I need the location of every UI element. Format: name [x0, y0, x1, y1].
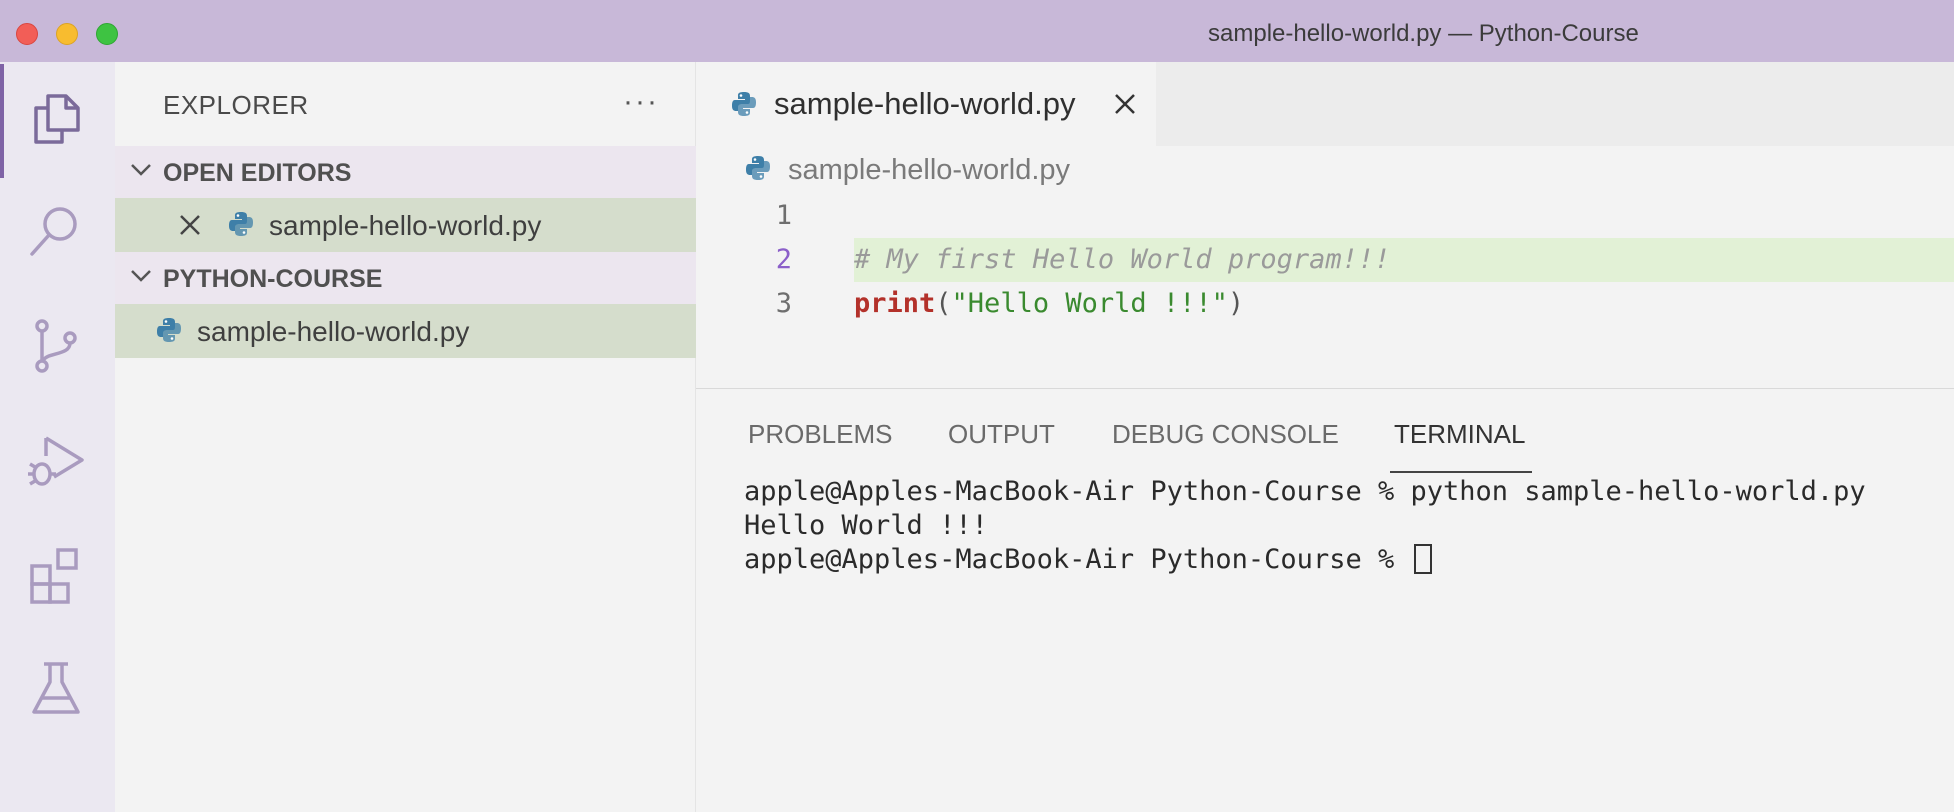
close-tab-icon[interactable]	[1112, 91, 1138, 117]
line-number: 3	[775, 288, 792, 319]
terminal-line: apple@Apples-MacBook-Air Python-Course %…	[744, 476, 1866, 507]
tab-label: sample-hello-world.py	[774, 86, 1076, 121]
activity-bar	[0, 62, 115, 812]
code-comment: # My first Hello World program!!!	[854, 244, 1391, 275]
code-statement: print("Hello World !!!")	[854, 288, 1244, 319]
code-paren-open: (	[935, 288, 952, 319]
open-editors-header[interactable]: OPEN EDITORS	[115, 146, 696, 198]
terminal-output[interactable]: apple@Apples-MacBook-Air Python-Course %…	[744, 475, 1866, 577]
code-line[interactable]: 1	[696, 194, 1954, 238]
python-course-header[interactable]: PYTHON-COURSE	[115, 252, 696, 304]
close-window-button[interactable]	[16, 23, 38, 45]
source-control-icon[interactable]	[26, 316, 86, 376]
breadcrumb-filename: sample-hello-world.py	[788, 154, 1071, 186]
terminal-prompt: apple@Apples-MacBook-Air Python-Course %	[744, 544, 1411, 575]
code-keyword: print	[854, 288, 936, 319]
editor-area: sample-hello-world.py sample-hello-world…	[696, 62, 1954, 390]
explorer-title: EXPLORER	[163, 90, 309, 120]
active-tab-underline	[1390, 471, 1532, 473]
more-actions-button[interactable]: ···	[623, 87, 659, 117]
close-icon[interactable]	[177, 212, 203, 238]
extensions-icon[interactable]	[26, 544, 86, 604]
open-editors-label: OPEN EDITORS	[163, 159, 352, 187]
project-filename: sample-hello-world.py	[197, 316, 470, 347]
python-file-icon	[229, 212, 253, 236]
terminal-cursor	[1414, 544, 1433, 574]
code-line[interactable]: 3 print("Hello World !!!")	[696, 282, 1954, 326]
search-icon[interactable]	[26, 202, 86, 262]
python-file-icon	[746, 156, 770, 180]
editor-tab-active[interactable]: sample-hello-world.py	[696, 62, 1156, 146]
chevron-down-icon	[131, 164, 151, 176]
project-file-item[interactable]: sample-hello-world.py	[115, 304, 696, 358]
tab-output[interactable]: OUTPUT	[948, 419, 1055, 450]
python-file-icon	[157, 318, 181, 342]
window-title: sample-hello-world.py — Python-Course	[1208, 20, 1639, 47]
chevron-down-icon	[131, 270, 151, 282]
tab-problems[interactable]: PROBLEMS	[748, 419, 893, 450]
code-string: "Hello World !!!"	[951, 288, 1228, 319]
title-bar: sample-hello-world.py — Python-Course	[0, 0, 1954, 62]
active-indicator	[0, 64, 4, 178]
tab-debug-console[interactable]: DEBUG CONSOLE	[1112, 419, 1339, 450]
minimize-window-button[interactable]	[56, 23, 78, 45]
open-editor-filename: sample-hello-world.py	[269, 210, 542, 241]
editor-tab-bar: sample-hello-world.py	[696, 62, 1954, 146]
code-paren-close: )	[1227, 288, 1245, 319]
line-number: 1	[775, 200, 792, 231]
open-editor-item[interactable]: sample-hello-world.py	[115, 198, 696, 252]
line-number: 2	[775, 244, 792, 275]
tab-terminal[interactable]: TERMINAL	[1394, 419, 1525, 450]
python-file-icon	[732, 92, 756, 116]
python-course-label: PYTHON-COURSE	[163, 265, 383, 293]
run-debug-icon[interactable]	[26, 430, 86, 490]
terminal-line: Hello World !!!	[744, 510, 988, 541]
code-line-current[interactable]: 2 # My first Hello World program!!!	[696, 238, 1954, 282]
files-icon[interactable]	[26, 88, 86, 148]
breadcrumb[interactable]: sample-hello-world.py	[696, 146, 1954, 190]
terminal-prompt-line[interactable]: apple@Apples-MacBook-Air Python-Course %	[744, 543, 1866, 577]
zoom-window-button[interactable]	[96, 23, 118, 45]
explorer-sidebar: EXPLORER ··· OPEN EDITORS sample-hello-w…	[115, 62, 696, 812]
bottom-panel: PROBLEMS OUTPUT DEBUG CONSOLE TERMINAL a…	[696, 388, 1954, 812]
testing-flask-icon[interactable]	[26, 658, 86, 718]
